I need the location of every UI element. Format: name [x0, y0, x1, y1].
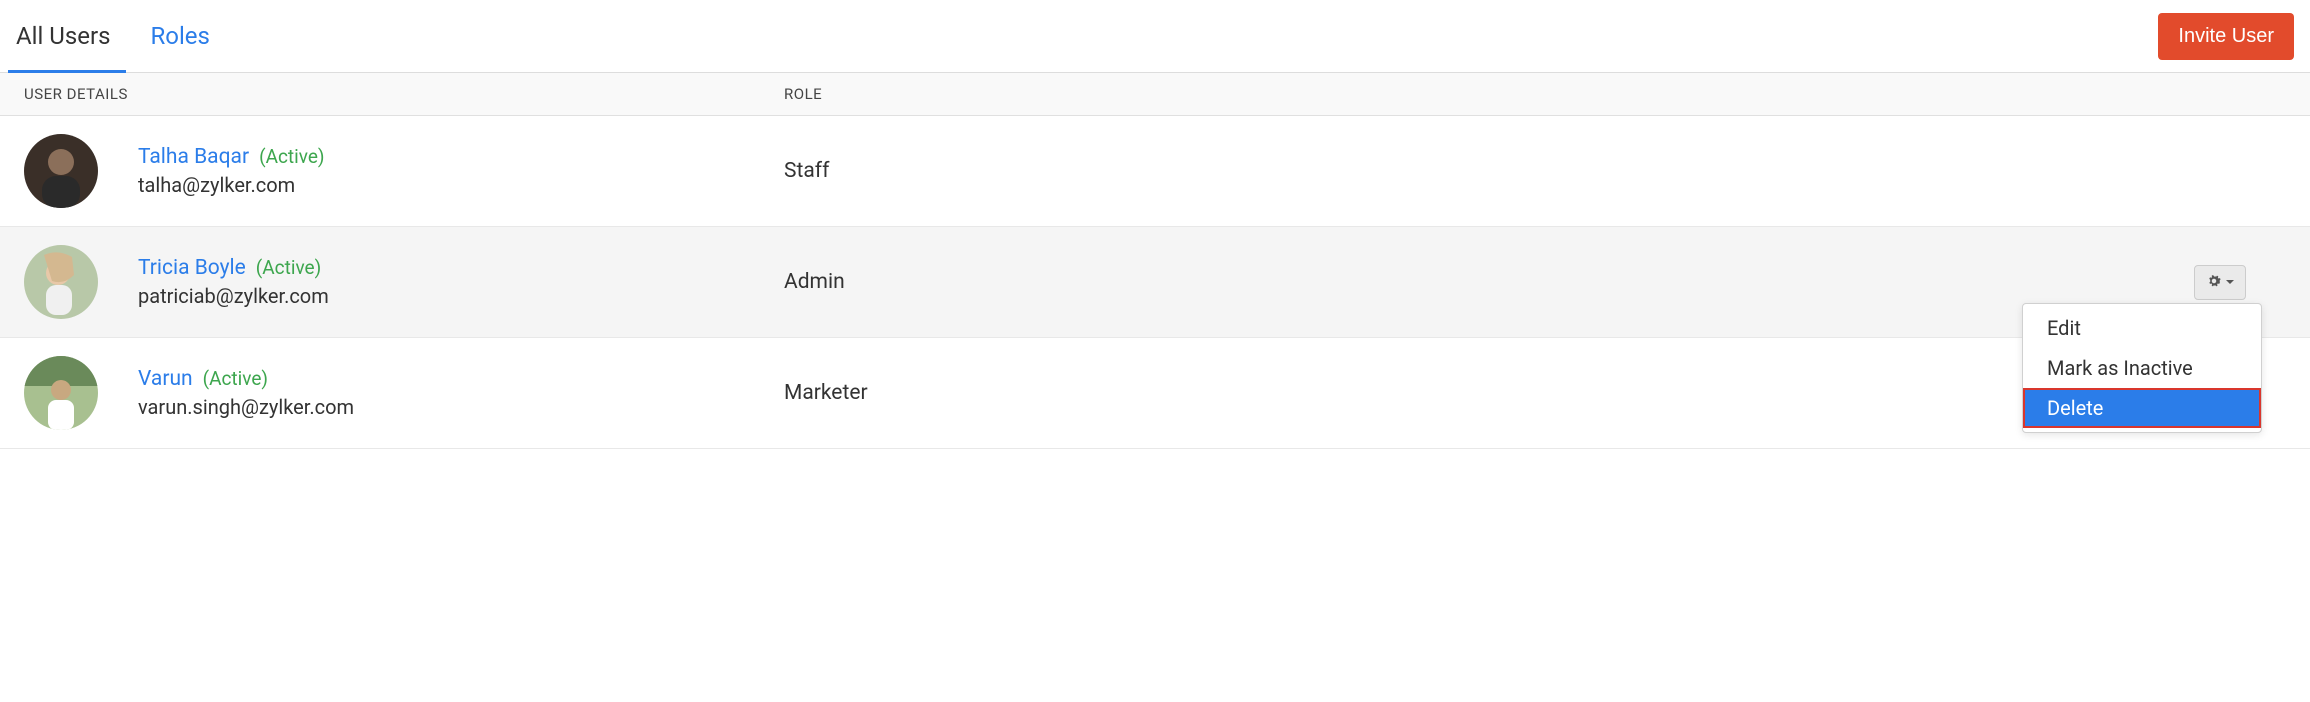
user-info: Talha Baqar (Active) talha@zylker.com [138, 145, 784, 197]
row-actions-button[interactable] [2194, 265, 2246, 300]
table-header: USER DETAILS ROLE [0, 73, 2310, 116]
table-row: Tricia Boyle (Active) patriciab@zylker.c… [0, 227, 2310, 338]
user-info: Varun (Active) varun.singh@zylker.com [138, 367, 784, 419]
header-bar: All Users Roles Invite User [0, 0, 2310, 73]
user-role: Marketer [784, 381, 1224, 405]
dropdown-item-edit[interactable]: Edit [2023, 308, 2261, 348]
column-header-role: ROLE [784, 85, 1224, 103]
user-name-link[interactable]: Tricia Boyle [138, 256, 246, 280]
column-header-user-details: USER DETAILS [24, 85, 784, 103]
tab-all-users[interactable]: All Users [16, 0, 118, 72]
user-email: patriciab@zylker.com [138, 284, 784, 308]
row-actions-dropdown: Edit Mark as Inactive Delete [2022, 303, 2262, 433]
avatar [24, 356, 98, 430]
table-row: Talha Baqar (Active) talha@zylker.com St… [0, 116, 2310, 227]
user-email: talha@zylker.com [138, 173, 784, 197]
user-status: (Active) [203, 367, 268, 390]
user-name-link[interactable]: Talha Baqar [138, 145, 249, 169]
user-status: (Active) [256, 256, 321, 279]
user-info: Tricia Boyle (Active) patriciab@zylker.c… [138, 256, 784, 308]
tabs: All Users Roles [16, 0, 218, 72]
user-email: varun.singh@zylker.com [138, 395, 784, 419]
caret-down-icon [2225, 275, 2235, 290]
user-name-link[interactable]: Varun [138, 367, 193, 391]
user-status: (Active) [259, 145, 324, 168]
dropdown-item-mark-inactive[interactable]: Mark as Inactive [2023, 348, 2261, 388]
avatar [24, 134, 98, 208]
table-row: Varun (Active) varun.singh@zylker.com Ma… [0, 338, 2310, 449]
invite-user-button[interactable]: Invite User [2158, 13, 2294, 60]
avatar [24, 245, 98, 319]
gear-icon [2205, 272, 2223, 293]
tab-roles[interactable]: Roles [150, 0, 217, 72]
dropdown-item-delete[interactable]: Delete [2023, 388, 2261, 428]
user-role: Admin [784, 270, 1224, 294]
user-role: Staff [784, 159, 1224, 183]
